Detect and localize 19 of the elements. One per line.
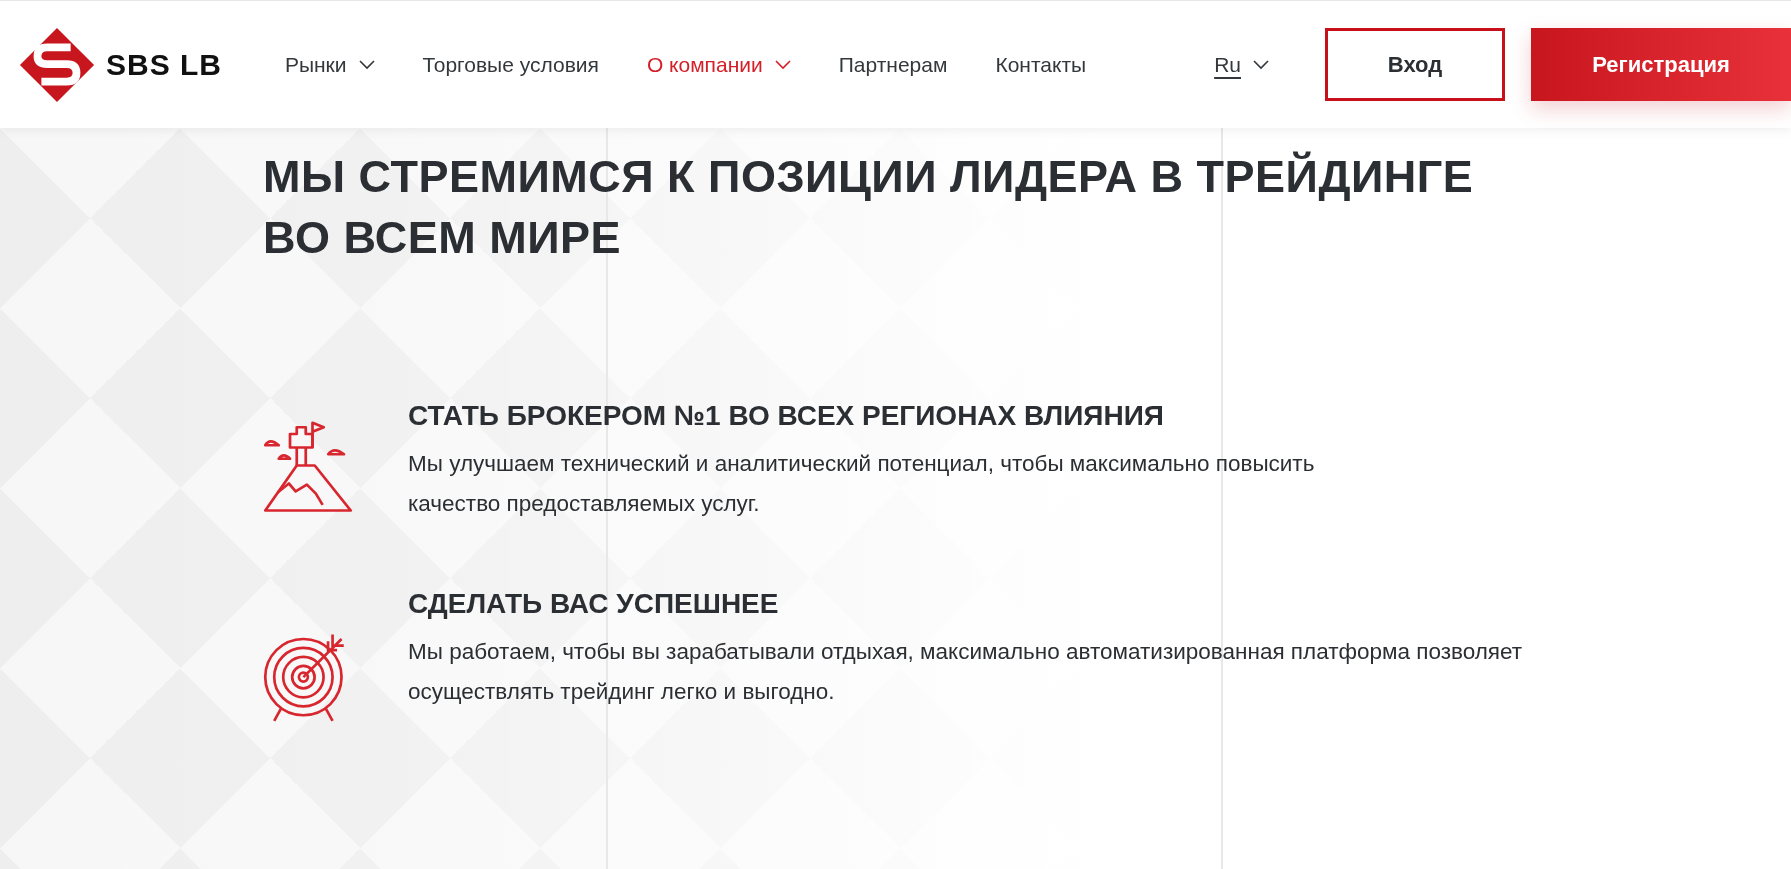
caret-icon	[358, 59, 375, 70]
goal-description: Мы улучшаем технический и аналитический потенциал, чтобы максимально повысить качество предоставляемых услуг.	[408, 450, 1315, 518]
goal-description: Мы работаем, чтобы вы зарабатывали отдыхая, максимально автоматизированная платформа позволяет осуществлять трейдинг легко и выгодно.	[408, 638, 1523, 706]
nav-link[interactable]: Контакты	[995, 52, 1087, 77]
caret-icon	[1253, 59, 1269, 70]
nav-link[interactable]: Партнерам	[838, 52, 948, 77]
goal-title: СДЕЛАТЬ ВАС УСПЕШНЕЕ	[408, 587, 780, 621]
mountain-flag-icon	[263, 418, 353, 513]
caret-icon	[774, 59, 791, 70]
nav-link[interactable]: Торговые условия	[422, 52, 599, 77]
logo-icon	[18, 25, 96, 104]
logo-text: SBS LB	[106, 47, 222, 82]
nav-link[interactable]: О компании	[646, 52, 791, 77]
login-button[interactable]: Вход	[1325, 28, 1505, 101]
language-selector[interactable]: Ru	[1214, 52, 1269, 77]
register-button[interactable]: Регистрация	[1531, 28, 1791, 101]
section-heading: МЫ СТРЕМИМСЯ К ПОЗИЦИИ ЛИДЕРА В ТРЕЙДИНГЕ ВО ВСЕМ МИРЕ	[263, 150, 1475, 265]
goal-title: СТАТЬ БРОКЕРОМ №1 ВО ВСЕХ РЕГИОНАХ ВЛИЯНИЯ	[408, 399, 1165, 433]
nav-link[interactable]: Рынки	[284, 52, 375, 77]
